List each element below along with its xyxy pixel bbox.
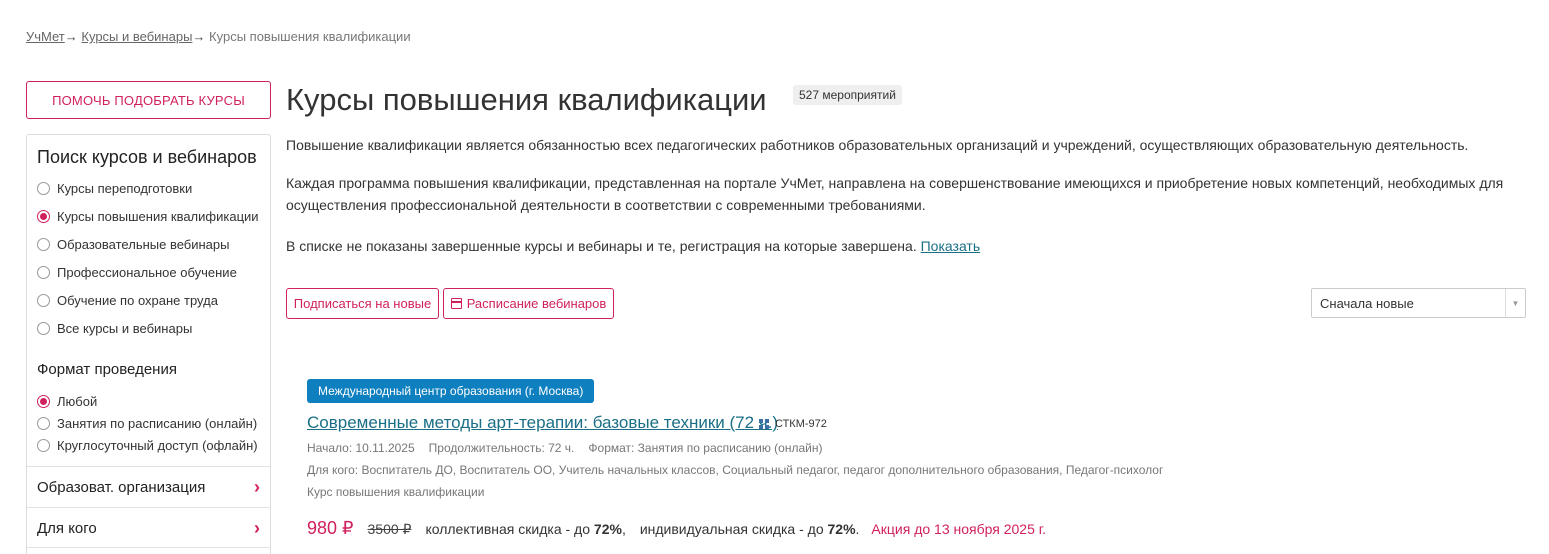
breadcrumb: УчМет→ Курсы и вебинары→ Курсы повышения… <box>26 29 411 44</box>
radio-button[interactable] <box>37 439 50 452</box>
chevron-down-icon: ▼ <box>1505 289 1525 317</box>
search-title: Поиск курсов и вебинаров <box>37 147 257 167</box>
format-option-offline[interactable]: Круглосуточный доступ (офлайн) <box>37 438 258 453</box>
format-option-any[interactable]: Любой <box>37 394 97 409</box>
sort-value: Сначала новые <box>1320 295 1414 311</box>
intro-paragraph: Каждая программа повышения квалификации,… <box>286 175 1504 213</box>
course-audience: Для кого: Воспитатель ДО, Воспитатель ОО… <box>307 463 1164 477</box>
format-option-label: Занятия по расписанию (онлайн) <box>57 416 258 431</box>
qr-code-icon <box>759 419 769 429</box>
sort-select[interactable]: Сначала новые ▼ <box>1311 288 1526 318</box>
radio-button[interactable] <box>37 322 50 335</box>
radio-button[interactable] <box>37 238 50 251</box>
type-option-label: Профессиональное обучение <box>57 265 237 280</box>
course-title-link[interactable]: Современные методы арт-терапии: базовые … <box>307 413 778 433</box>
show-link[interactable]: Показать <box>921 238 981 254</box>
type-option-label: Образовательные вебинары <box>57 237 230 252</box>
notice-text: В списке не показаны завершенные курсы и… <box>286 238 917 254</box>
filter-label: Для кого <box>37 519 97 537</box>
calendar-icon <box>450 298 462 309</box>
radio-button-checked[interactable] <box>37 395 50 408</box>
type-option-webinars[interactable]: Образовательные вебинары <box>37 237 230 252</box>
format-option-label: Любой <box>57 394 98 409</box>
type-option-qualification[interactable]: Курсы повышения квалификации <box>37 209 259 224</box>
course-type: Курс повышения квалификации <box>307 485 485 499</box>
course-code-text: СТКМ-972 <box>775 418 827 430</box>
breadcrumb-link-courses[interactable]: Курсы и вебинары <box>81 29 192 44</box>
promo-text: Акция до 13 ноября 2025 г. <box>871 521 1047 537</box>
webinar-schedule-label: Расписание вебинаров <box>466 296 607 311</box>
notice-paragraph: В списке не показаны завершенные курсы и… <box>286 235 1526 257</box>
chevron-right-icon: › <box>254 477 260 497</box>
search-sidebar: Поиск курсов и вебинаров Курсы переподго… <box>26 134 271 554</box>
format-option-online[interactable]: Занятия по расписанию (онлайн) <box>37 416 257 431</box>
type-option-labor-safety[interactable]: Обучение по охране труда <box>37 293 218 308</box>
filter-audience[interactable]: Для кого › <box>37 519 260 537</box>
radio-button[interactable] <box>37 417 50 430</box>
page-title: Курсы повышения квалификации <box>286 82 767 117</box>
breadcrumb-separator: → <box>64 29 78 44</box>
radio-button[interactable] <box>37 294 50 307</box>
course-duration: Продолжительность: 72 ч. <box>428 441 575 455</box>
breadcrumb-separator: → <box>192 29 206 44</box>
divider <box>27 466 270 467</box>
type-option-label: Все курсы и вебинары <box>57 321 193 336</box>
format-option-label: Круглосуточный доступ (офлайн) <box>57 438 258 453</box>
breadcrumb-link-uchmet[interactable]: УчМет <box>26 29 65 44</box>
divider <box>27 547 270 548</box>
type-option-professional[interactable]: Профессиональное обучение <box>37 265 237 280</box>
type-option-label: Обучение по охране труда <box>57 293 218 308</box>
type-option-all[interactable]: Все курсы и вебинары <box>37 321 192 336</box>
type-option-label: Курсы переподготовки <box>57 181 193 196</box>
radio-button-checked[interactable] <box>37 210 50 223</box>
course-price: 980 ₽ <box>307 518 354 538</box>
price-row: 980 ₽ 3500 ₽ коллективная скидка - до 72… <box>307 518 1046 539</box>
webinar-schedule-button[interactable]: Расписание вебинаров <box>443 288 614 319</box>
course-format: Формат: Занятия по расписанию (онлайн) <box>588 441 823 455</box>
filter-organization[interactable]: Образоват. организация › <box>37 478 260 496</box>
course-meta: Начало: 10.11.2025 Продолжительность: 72 … <box>307 441 822 455</box>
subscribe-button[interactable]: Подписаться на новые <box>286 288 439 319</box>
divider <box>27 507 270 508</box>
filter-label: Образоват. организация <box>37 478 206 496</box>
individual-discount: индивидуальная скидка - до 72%. <box>639 521 860 537</box>
organization-badge[interactable]: Международный центр образования (г. Моск… <box>307 379 595 403</box>
course-code: СТКМ-972 <box>759 418 827 430</box>
type-option-retraining[interactable]: Курсы переподготовки <box>37 181 192 196</box>
radio-button[interactable] <box>37 266 50 279</box>
breadcrumb-current: Курсы повышения квалификации <box>209 29 411 44</box>
help-select-course-button[interactable]: ПОМОЧЬ ПОДОБРАТЬ КУРСЫ <box>26 81 271 119</box>
radio-button[interactable] <box>37 182 50 195</box>
old-price: 3500 ₽ <box>367 521 412 537</box>
count-badge: 527 мероприятий <box>793 85 902 105</box>
chevron-right-icon: › <box>254 518 260 538</box>
format-title: Формат проведения <box>37 361 177 378</box>
intro-paragraph: Повышение квалификации является обязанно… <box>286 137 1469 153</box>
collective-discount: коллективная скидка - до 72%, <box>425 521 626 537</box>
course-start: Начало: 10.11.2025 <box>307 441 415 455</box>
type-option-label: Курсы повышения квалификации <box>57 209 259 224</box>
